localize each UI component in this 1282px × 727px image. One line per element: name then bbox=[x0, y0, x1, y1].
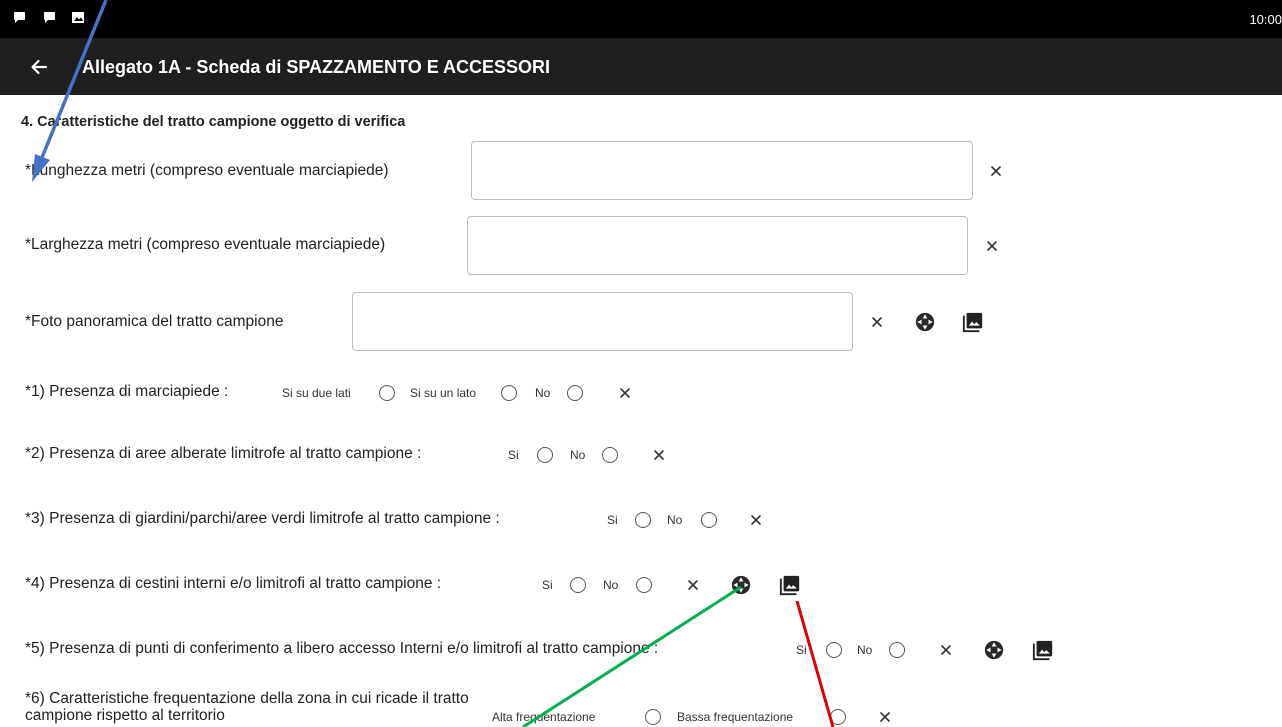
close-icon bbox=[748, 512, 764, 528]
q4-radio-no[interactable] bbox=[636, 577, 652, 593]
q5-radio-si[interactable] bbox=[826, 642, 842, 658]
app-bar: Allegato 1A - Scheda di SPAZZAMENTO E AC… bbox=[0, 38, 1282, 95]
question-2-label: *2) Presenza di aree alberate limitrofe … bbox=[25, 445, 422, 462]
status-time: 10:00 bbox=[1249, 12, 1282, 27]
question-6-label: *6) Caratteristiche frequentazione della… bbox=[25, 690, 469, 724]
q6-option-label: Alta frequentazione bbox=[492, 710, 596, 724]
question-5-label: *5) Presenza di punti di conferimento a … bbox=[25, 640, 659, 657]
photo-library-icon bbox=[1032, 639, 1054, 661]
q6-radio-alta[interactable] bbox=[645, 709, 661, 725]
foto-clear-button[interactable] bbox=[869, 314, 885, 330]
q3-radio-si[interactable] bbox=[635, 512, 651, 528]
q5-option-label: Si bbox=[796, 643, 807, 657]
q5-option-label: No bbox=[857, 643, 873, 657]
q4-gallery-button[interactable] bbox=[779, 574, 801, 596]
close-icon bbox=[984, 238, 1000, 254]
question-3-label: *3) Presenza di giardini/parchi/aree ver… bbox=[25, 510, 500, 527]
larghezza-clear-button[interactable] bbox=[984, 238, 1000, 254]
q2-radio-no[interactable] bbox=[602, 447, 618, 463]
q6-option-label: Bassa frequentazione bbox=[677, 710, 794, 724]
q3-radio-no[interactable] bbox=[701, 512, 717, 528]
larghezza-input[interactable] bbox=[467, 216, 968, 275]
close-icon bbox=[869, 314, 885, 330]
back-button[interactable] bbox=[24, 52, 54, 82]
chat-bubble-icon bbox=[14, 12, 25, 23]
q3-clear-button[interactable] bbox=[748, 512, 764, 528]
q1-radio-si-un-lato[interactable] bbox=[501, 385, 517, 401]
camera-shutter-icon bbox=[983, 639, 1005, 661]
question-4-label: *4) Presenza di cestini interni e/o limi… bbox=[25, 575, 442, 592]
annotation-overlay bbox=[32, 0, 835, 727]
camera-button[interactable] bbox=[914, 311, 936, 333]
camera-shutter-icon bbox=[914, 311, 936, 333]
camera-shutter-icon bbox=[730, 574, 752, 596]
red-line-annotation bbox=[795, 600, 835, 727]
q2-option-label: No bbox=[570, 448, 586, 462]
close-icon bbox=[877, 709, 893, 725]
q4-radio-si[interactable] bbox=[570, 577, 586, 593]
q1-option-label: Si su un lato bbox=[410, 386, 477, 400]
question-1-label: *1) Presenza di marciapiede : bbox=[25, 383, 229, 400]
q1-clear-button[interactable] bbox=[617, 385, 633, 401]
close-icon bbox=[685, 577, 701, 593]
q4-camera-button[interactable] bbox=[730, 574, 752, 596]
q1-radio-no[interactable] bbox=[567, 385, 583, 401]
q5-camera-button[interactable] bbox=[983, 639, 1005, 661]
photo-library-icon bbox=[779, 574, 801, 596]
page-title: Allegato 1A - Scheda di SPAZZAMENTO E AC… bbox=[82, 57, 551, 77]
q4-clear-button[interactable] bbox=[685, 577, 701, 593]
foto-input[interactable] bbox=[352, 292, 853, 351]
photo-library-icon bbox=[962, 311, 984, 333]
q1-radio-si-due-lati[interactable] bbox=[379, 385, 395, 401]
lunghezza-clear-button[interactable] bbox=[988, 163, 1004, 179]
close-icon bbox=[988, 163, 1004, 179]
q3-option-label: No bbox=[667, 513, 683, 527]
chat-bubble-icon bbox=[44, 12, 55, 23]
close-icon bbox=[617, 385, 633, 401]
q5-radio-no[interactable] bbox=[889, 642, 905, 658]
q2-option-label: Si bbox=[508, 448, 519, 462]
q6-radio-bassa[interactable] bbox=[830, 709, 846, 725]
status-bar: 10:00 bbox=[0, 0, 1282, 38]
q6-clear-button[interactable] bbox=[877, 709, 893, 725]
arrow-back-icon bbox=[31, 59, 48, 75]
larghezza-label: *Larghezza metri (compreso eventuale mar… bbox=[25, 236, 386, 253]
q4-option-label: No bbox=[603, 578, 619, 592]
close-icon bbox=[651, 447, 667, 463]
q1-option-label: Si su due lati bbox=[282, 386, 351, 400]
q3-option-label: Si bbox=[607, 513, 618, 527]
foto-label: *Foto panoramica del tratto campione bbox=[25, 313, 284, 330]
gallery-button[interactable] bbox=[962, 311, 984, 333]
q5-clear-button[interactable] bbox=[938, 642, 954, 658]
q2-radio-si[interactable] bbox=[537, 447, 553, 463]
q4-option-label: Si bbox=[542, 578, 553, 592]
image-notification-icon bbox=[72, 12, 84, 23]
lunghezza-label: *Lunghezza metri (compreso eventuale mar… bbox=[25, 162, 389, 179]
section-title: 4. Caratteristiche del tratto campione o… bbox=[21, 114, 406, 130]
q1-option-label: No bbox=[535, 386, 551, 400]
q5-gallery-button[interactable] bbox=[1032, 639, 1054, 661]
close-icon bbox=[938, 642, 954, 658]
q2-clear-button[interactable] bbox=[651, 447, 667, 463]
lunghezza-input[interactable] bbox=[471, 141, 973, 200]
